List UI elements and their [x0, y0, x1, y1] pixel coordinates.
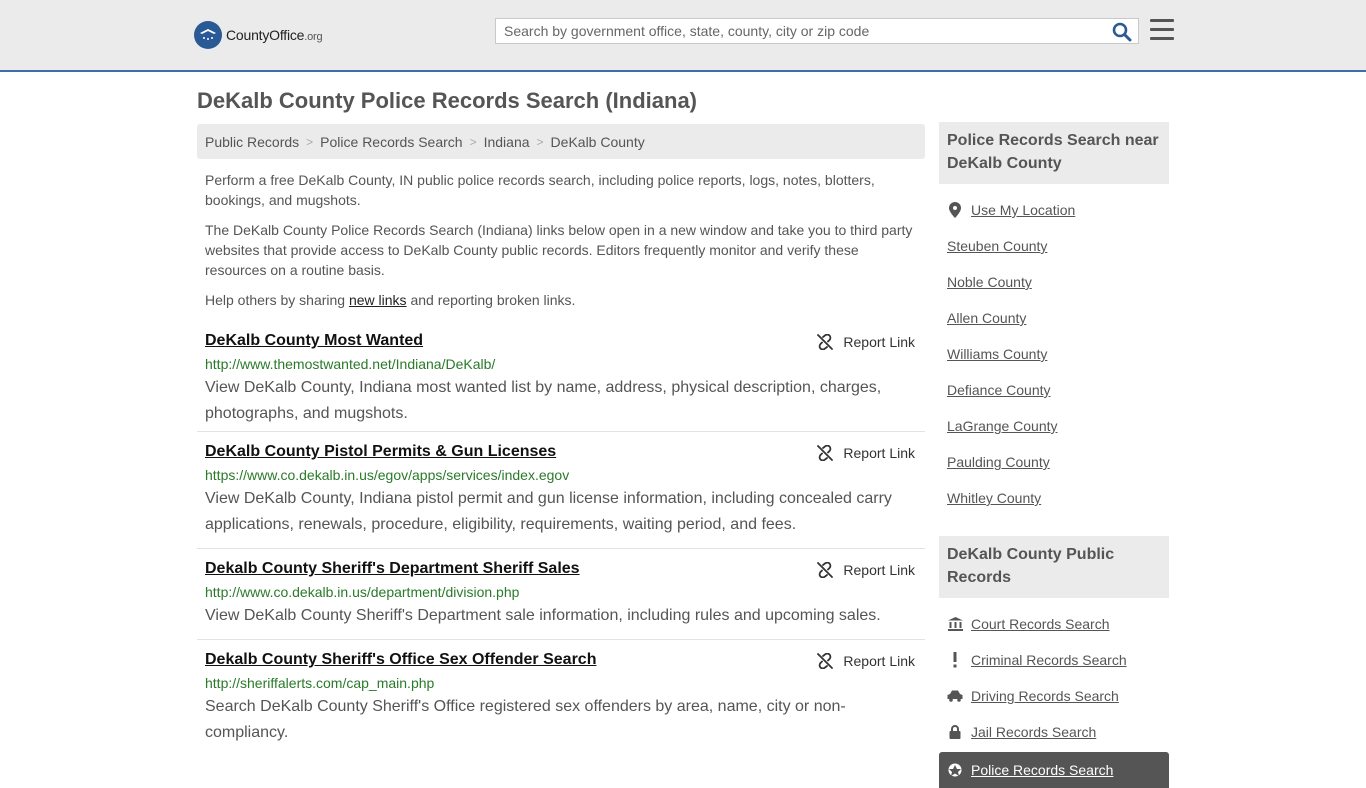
result-title-link[interactable]: Dekalb County Sheriff's Department Sheri… [205, 560, 580, 578]
intro-paragraph-2: The DeKalb County Police Records Search … [205, 222, 913, 278]
hamburger-menu-icon[interactable] [1150, 19, 1174, 41]
report-link-button[interactable]: Report Link [817, 562, 915, 578]
logo-seal-icon [194, 21, 222, 49]
jail-records-link[interactable]: Jail Records Search [939, 714, 1169, 750]
top-header: CountyOffice.org [0, 0, 1366, 72]
result-url: https://www.co.dekalb.in.us/egov/apps/se… [205, 467, 570, 483]
breadcrumb-public-records[interactable]: Public Records [205, 134, 299, 150]
search-input[interactable] [496, 19, 1112, 43]
criminal-records-link[interactable]: Criminal Records Search [939, 642, 1169, 678]
report-link-button[interactable]: Report Link [817, 334, 915, 350]
broken-link-icon [817, 653, 834, 669]
report-link-button[interactable]: Report Link [817, 445, 915, 461]
court-records-link[interactable]: Court Records Search [939, 606, 1169, 642]
nearby-county-link[interactable]: Allen County [939, 300, 1169, 336]
search-button[interactable] [1112, 22, 1132, 42]
logo-suffix: .org [304, 31, 323, 43]
breadcrumb-police-records[interactable]: Police Records Search [320, 134, 462, 150]
site-logo[interactable]: CountyOffice.org [194, 20, 323, 50]
lock-icon [947, 725, 963, 739]
broken-link-icon [817, 562, 834, 578]
result-item: Dekalb County Sheriff's Office Sex Offen… [197, 640, 925, 756]
courthouse-icon [947, 617, 963, 631]
nearby-county-link[interactable]: LaGrange County [939, 408, 1169, 444]
result-url: http://www.co.dekalb.in.us/department/di… [205, 584, 520, 600]
result-description: Search DeKalb County Sheriff's Office re… [205, 698, 846, 741]
nearby-county-link[interactable]: Noble County [939, 264, 1169, 300]
result-item: DeKalb County Pistol Permits & Gun Licen… [197, 432, 925, 549]
new-links-link[interactable]: new links [349, 292, 407, 308]
nearby-county-link[interactable]: Steuben County [939, 228, 1169, 264]
nearby-county-link[interactable]: Williams County [939, 336, 1169, 372]
result-description: View DeKalb County, Indiana pistol permi… [205, 490, 892, 533]
result-item: DeKalb County Most Wanted Report Link ht… [197, 326, 925, 432]
breadcrumb-separator: > [306, 134, 314, 149]
nearby-county-link[interactable]: Defiance County [939, 372, 1169, 408]
badge-icon [947, 763, 963, 777]
intro-text: Perform a free DeKalb County, IN public … [197, 170, 925, 310]
logo-name: CountyOffice [226, 27, 305, 43]
breadcrumb: Public Records > Police Records Search >… [197, 124, 925, 159]
broken-link-icon [817, 334, 834, 350]
logo-text: CountyOffice.org [226, 27, 323, 43]
result-title-link[interactable]: DeKalb County Most Wanted [205, 332, 423, 350]
car-icon [947, 690, 963, 702]
result-title-link[interactable]: DeKalb County Pistol Permits & Gun Licen… [205, 443, 556, 461]
public-records-heading: DeKalb County Public Records [939, 536, 1169, 598]
breadcrumb-separator: > [469, 134, 477, 149]
nearby-county-link[interactable]: Whitley County [939, 480, 1169, 516]
result-url: http://www.themostwanted.net/Indiana/DeK… [205, 356, 496, 372]
search-bar [495, 18, 1139, 44]
sidebar: Police Records Search near DeKalb County… [939, 122, 1169, 788]
result-description: View DeKalb County, Indiana most wanted … [205, 379, 882, 422]
intro-paragraph-3: Help others by sharing new links and rep… [205, 292, 576, 308]
breadcrumb-indiana[interactable]: Indiana [484, 134, 530, 150]
search-icon [1112, 22, 1132, 42]
nearby-heading: Police Records Search near DeKalb County [939, 122, 1169, 184]
result-url: http://sheriffalerts.com/cap_main.php [205, 675, 435, 691]
report-link-button[interactable]: Report Link [817, 653, 915, 669]
intro-paragraph-1: Perform a free DeKalb County, IN public … [205, 172, 875, 208]
exclamation-icon [947, 652, 963, 668]
broken-link-icon [817, 445, 834, 461]
police-records-link-active[interactable]: Police Records Search [939, 752, 1169, 788]
nearby-county-link[interactable]: Paulding County [939, 444, 1169, 480]
result-item: Dekalb County Sheriff's Department Sheri… [197, 549, 925, 640]
breadcrumb-dekalb-county[interactable]: DeKalb County [551, 134, 645, 150]
page-title: DeKalb County Police Records Search (Ind… [197, 88, 698, 113]
use-my-location-link[interactable]: Use My Location [939, 192, 1169, 228]
breadcrumb-separator: > [536, 134, 544, 149]
result-description: View DeKalb County Sheriff's Department … [205, 607, 881, 624]
main-content: Public Records > Police Records Search >… [197, 124, 925, 756]
result-title-link[interactable]: Dekalb County Sheriff's Office Sex Offen… [205, 651, 596, 669]
map-pin-icon [947, 202, 963, 218]
driving-records-link[interactable]: Driving Records Search [939, 678, 1169, 714]
